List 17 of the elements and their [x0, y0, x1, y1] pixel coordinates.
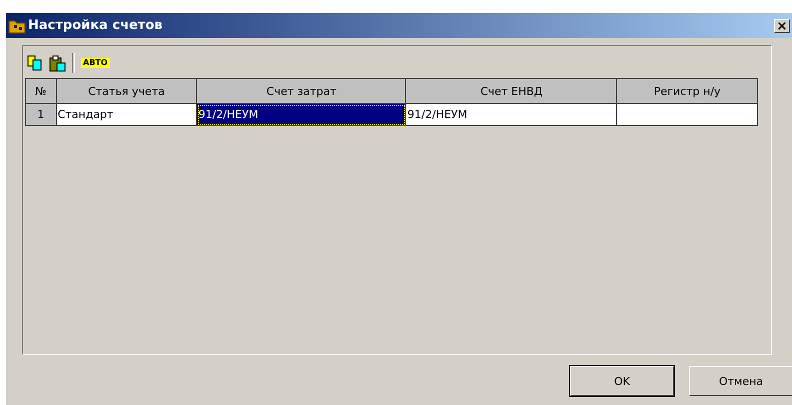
close-button[interactable]: × — [774, 18, 790, 32]
paste-icon[interactable] — [49, 54, 66, 72]
auto-button[interactable]: АВТО — [81, 58, 110, 68]
column-header[interactable]: № — [26, 78, 56, 104]
window-title: Настройка счетов — [28, 18, 164, 33]
column-header[interactable]: Счет затрат — [196, 78, 406, 104]
column-header[interactable]: Статья учета — [56, 78, 197, 104]
column-header[interactable]: Счет ЕНВД — [406, 78, 617, 104]
cancel-button[interactable]: Отмена — [689, 366, 792, 396]
table-cell[interactable]: 91/2/НЕУМ — [406, 104, 617, 126]
table-cell[interactable]: 91/2/НЕУМ — [196, 104, 406, 126]
row-number[interactable]: 1 — [26, 104, 56, 126]
folder-icon — [8, 18, 26, 34]
ok-button[interactable]: OK — [570, 366, 674, 396]
table-cell[interactable]: Стандарт — [56, 104, 197, 126]
copy-icon[interactable] — [27, 55, 43, 71]
column-header[interactable]: Регистр н/у — [616, 78, 758, 104]
